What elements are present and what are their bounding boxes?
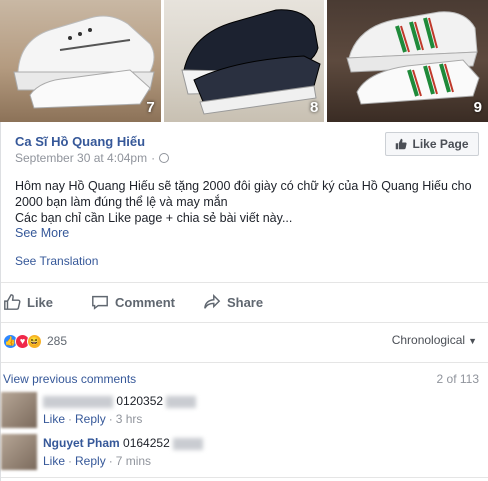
comment-label: Comment [115,294,175,310]
post-text-line: Các bạn chỉ cần Like page + chia sẻ bài … [15,211,293,225]
comment-count: 2 of 113 [436,372,479,386]
like-page-label: Like Page [412,137,469,151]
divider [1,282,488,283]
comment-actions: Like · Reply · 7 mins [43,454,151,468]
white-sneaker-image [13,15,155,109]
separator-dot: · [68,412,73,426]
view-previous-comments-link[interactable]: View previous comments [3,372,136,386]
post-meta: September 30 at 4:04pm · [15,151,170,165]
previous-comments-row: View previous comments 2 of 113 [1,370,488,388]
caret-down-icon: ▼ [468,336,477,346]
avatar[interactable] [1,434,37,470]
post-actions: Like Comment Share [1,284,488,320]
photo-thumbnail-9[interactable]: 9 [327,0,488,122]
photo-number: 7 [146,99,155,116]
comment-text: 0164252 [123,436,170,450]
reactions-row: 👍 ♥ 😆 285 Chronological ▼ [1,328,488,354]
like-page-button[interactable]: Like Page [385,132,479,156]
like-label: Like [27,294,54,310]
separator-dot: · [151,151,156,165]
comment-reply-link[interactable]: Reply [75,454,106,468]
post-date-link[interactable]: September 30 at 4:04pm [15,151,147,165]
comment-time[interactable]: 7 mins [116,454,151,468]
comment-actions: Like · Reply · 3 hrs [43,412,142,426]
photo-number: 9 [473,99,483,116]
speech-bubble-icon [92,295,108,310]
thumbs-up-icon [396,138,408,150]
comment-body: 0120352 [43,394,197,408]
redacted-text [173,437,204,450]
post-text-line: Hôm nay Hồ Quang Hiếu sẽ tặng 2000 đôi g… [15,179,472,193]
see-more-link[interactable]: See More [15,226,69,240]
black-slip-on-image [181,9,321,115]
haha-reaction-icon[interactable]: 😆 [27,333,42,349]
see-translation-link[interactable]: See Translation [15,254,98,268]
thumbs-up-outline-icon [4,294,21,310]
post-body: Hôm nay Hồ Quang Hiếu sẽ tặng 2000 đôi g… [15,178,475,226]
comment-item: Nguyet Pham 0164252 Like · Reply · 7 mins [1,434,488,474]
comment-like-link[interactable]: Like [43,454,65,468]
comment-item: 0120352 Like · Reply · 3 hrs [1,392,488,432]
comment-sort-dropdown[interactable]: Chronological ▼ [392,333,477,347]
photo-thumbnail-8[interactable]: 8 [163,0,325,122]
redacted-name [43,395,113,408]
avatar[interactable] [1,392,37,428]
share-label: Share [226,294,264,310]
separator-dot: · [68,454,73,468]
separator-dot: · [108,412,113,426]
comment-button[interactable]: Comment [91,293,175,311]
reaction-count[interactable]: 285 [47,334,67,348]
globe-icon[interactable] [159,153,170,163]
comment-time[interactable]: 3 hrs [116,412,143,426]
like-button[interactable]: Like [3,293,53,311]
separator-dot: · [108,454,113,468]
divider [1,477,488,478]
redacted-text [166,395,197,408]
post-author-link[interactable]: Ca Sĩ Hồ Quang Hiếu [15,134,145,149]
commenter-name-link[interactable]: Nguyet Pham [43,436,120,450]
comment-like-link[interactable]: Like [43,412,65,426]
photo-thumbnail-7[interactable]: 7 [0,0,161,122]
comment-body: Nguyet Pham 0164252 [43,436,204,450]
post-text-line: 2000 bạn làm đúng thể lệ và may mắn [15,195,228,209]
comment-text: 0120352 [116,394,164,408]
share-arrow-icon [204,293,221,309]
comment-reply-link[interactable]: Reply [75,412,106,426]
striped-sneaker-image [346,11,480,105]
divider [1,322,488,323]
post-card: Ca Sĩ Hồ Quang Hiếu September 30 at 4:04… [0,122,488,481]
photo-strip: 7 8 9 [0,0,488,122]
photo-number: 8 [310,99,319,116]
sort-label: Chronological [391,333,466,347]
divider [1,362,488,363]
share-button[interactable]: Share [203,293,263,311]
